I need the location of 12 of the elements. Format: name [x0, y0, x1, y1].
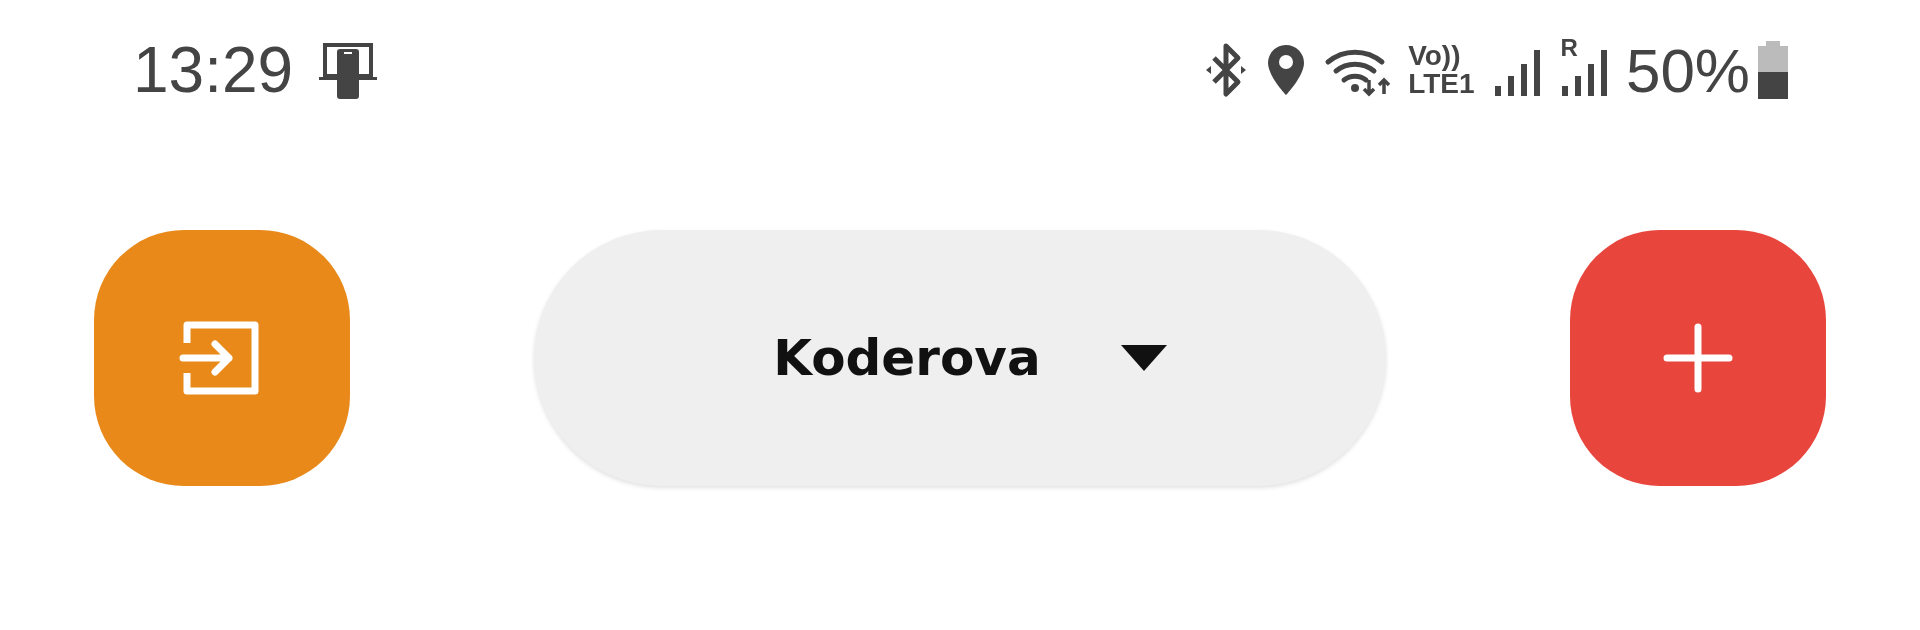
- exit-button[interactable]: [94, 230, 350, 486]
- location-pin-icon: [1266, 43, 1307, 97]
- network-type-label: LTE1: [1408, 70, 1475, 98]
- clock-time: 13:29: [133, 33, 294, 107]
- battery-icon: [1756, 40, 1790, 100]
- plus-icon: [1663, 323, 1733, 393]
- roaming-label: R: [1560, 34, 1578, 62]
- volte-label: Vo)): [1408, 42, 1462, 70]
- battery-percent: 50%: [1625, 34, 1750, 106]
- location-dropdown[interactable]: Koderova: [534, 230, 1386, 486]
- caret-icon: [1120, 345, 1167, 371]
- add-button[interactable]: [1570, 230, 1826, 486]
